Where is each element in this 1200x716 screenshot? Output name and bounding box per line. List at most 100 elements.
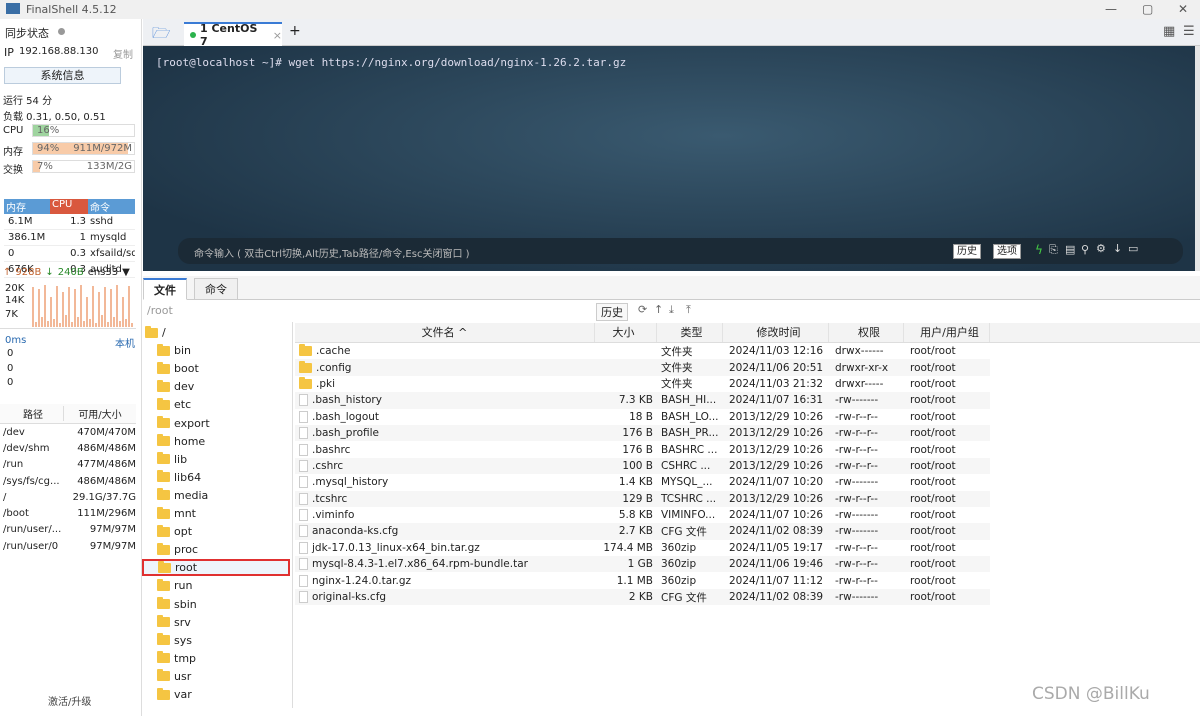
file-row[interactable]: .config 文件夹 2024/11/06 20:51 drwxr-xr-x root… — [295, 359, 990, 376]
tree-item-export[interactable]: export — [157, 415, 210, 432]
col-permissions[interactable]: 权限 — [829, 323, 904, 342]
gear-icon[interactable]: ⚙ — [1096, 242, 1106, 255]
file-size: 100 B — [622, 459, 653, 472]
refresh-icon[interactable]: ⟳ — [638, 303, 647, 316]
close-tab-icon[interactable]: × — [273, 29, 282, 42]
tree-item-run[interactable]: run — [157, 577, 192, 594]
interface-select[interactable]: ens33 — [88, 267, 118, 278]
file-row[interactable]: .cache 文件夹 2024/11/03 12:16 drwx------ root/… — [295, 343, 990, 359]
process-row[interactable]: 0 0.3 xfsaild/sd.. — [4, 246, 135, 262]
copy-ip-button[interactable]: 复制 — [113, 46, 133, 61]
lightning-icon[interactable]: ϟ — [1035, 243, 1043, 257]
file-row[interactable]: nginx-1.24.0.tar.gz 1.1 MB 360zip 2024/11/0… — [295, 572, 990, 588]
tab-files[interactable]: 文件 — [143, 278, 187, 300]
file-owner: root/root — [910, 361, 956, 374]
file-row[interactable]: .bash_logout 18 B BASH_LO... 2013/12/29 10:… — [295, 409, 990, 425]
command-input-bar[interactable]: 命令输入 ( 双击Ctrl切换,Alt历史,Tab路径/命令,Esc关闭窗口 )… — [178, 238, 1183, 264]
file-row[interactable]: .mysql_history 1.4 KB MYSQL_... 2024/11/07 … — [295, 474, 990, 490]
tab-commands[interactable]: 命令 — [194, 278, 238, 300]
file-row[interactable]: .cshrc 100 B CSHRC ... 2013/12/29 10:26 -rw-… — [295, 457, 990, 475]
tree-item-root-dir[interactable]: / — [145, 324, 166, 341]
tree-item-bin[interactable]: bin — [157, 342, 191, 359]
activate-upgrade-link[interactable]: 激活/升级 — [48, 693, 91, 708]
options-button[interactable]: 选项 — [993, 244, 1021, 259]
disk-header-path[interactable]: 路径 — [0, 406, 64, 421]
col-owner[interactable]: 用户/用户组 — [904, 323, 990, 342]
parent-dir-icon[interactable]: ↑ — [654, 303, 663, 316]
tree-item-sbin[interactable]: sbin — [157, 596, 197, 613]
window-icon[interactable]: ▭ — [1128, 242, 1138, 255]
arrow-down-icon[interactable]: ↓ — [1113, 242, 1122, 255]
tree-item-proc[interactable]: proc — [157, 541, 198, 558]
disk-row[interactable]: /boot 111M/296M — [0, 505, 136, 521]
tree-item-lib64[interactable]: lib64 — [157, 469, 201, 486]
menu-icon[interactable]: ☰ — [1183, 24, 1195, 39]
disk-row[interactable]: /dev 470M/470M — [0, 424, 136, 440]
net-bar — [101, 315, 103, 327]
proc-header-cpu[interactable]: CPU — [50, 199, 88, 214]
tree-item-etc[interactable]: etc — [157, 396, 191, 413]
tree-item-opt[interactable]: opt — [157, 523, 192, 540]
paste-icon[interactable]: ▤ — [1065, 243, 1075, 256]
disk-row[interactable]: /run/user/0 97M/97M — [0, 538, 136, 554]
maximize-button[interactable]: ▢ — [1142, 2, 1153, 16]
file-row[interactable]: original-ks.cfg 2 KB CFG 文件 2024/11/02 08:3… — [295, 588, 990, 606]
add-tab-button[interactable]: + — [289, 23, 301, 39]
proc-header-command[interactable]: 命令 — [88, 199, 135, 214]
col-type[interactable]: 类型 — [657, 323, 723, 342]
file-row[interactable]: .viminfo 5.8 KB VIMINFO... 2024/11/07 10:26… — [295, 507, 990, 523]
history-button[interactable]: 历史 — [953, 244, 981, 259]
folder-open-icon[interactable]: 🗁 — [152, 23, 171, 48]
disk-row[interactable]: /dev/shm 486M/486M — [0, 440, 136, 456]
proc-header-memory[interactable]: 内存 — [4, 199, 50, 214]
disk-header-size[interactable]: 可用/大小 — [64, 406, 136, 421]
tab-label: 1 CentOS 7 — [200, 22, 258, 48]
disk-row[interactable]: /sys/fs/cg... 486M/486M — [0, 473, 136, 489]
tree-item-boot[interactable]: boot — [157, 360, 199, 377]
file-row[interactable]: anaconda-ks.cfg 2.7 KB CFG 文件 2024/11/02 08… — [295, 523, 990, 540]
disk-row[interactable]: /run/user/... 97M/97M — [0, 522, 136, 538]
file-row[interactable]: mysql-8.4.3-1.el7.x86_64.rpm-bundle.tar 1… — [295, 556, 990, 573]
disk-row[interactable]: /run 477M/486M — [0, 457, 136, 473]
download-file-icon[interactable]: ⤓ — [669, 303, 674, 317]
copy-icon[interactable]: ⎘ — [1049, 243, 1058, 257]
tree-item-root[interactable]: root — [142, 559, 290, 577]
tree-item-sys[interactable]: sys — [157, 632, 192, 649]
terminal-scrollbar[interactable] — [1195, 46, 1200, 271]
file-row[interactable]: .tcshrc 129 B TCSHRC ... 2013/12/29 10:26 -r… — [295, 490, 990, 507]
tree-item-dev[interactable]: dev — [157, 378, 194, 395]
file-row[interactable]: .bash_history 7.3 KB BASH_HI... 2024/11/07 … — [295, 392, 990, 409]
upload-file-icon[interactable]: ⤒ — [686, 303, 691, 317]
minimize-button[interactable]: — — [1105, 2, 1117, 16]
file-row[interactable]: .pki 文件夹 2024/11/03 21:32 drwxr----- root/ro… — [295, 376, 990, 392]
chevron-down-icon[interactable]: ▼ — [122, 267, 130, 278]
tree-item-usr[interactable]: usr — [157, 668, 191, 685]
close-button[interactable]: ✕ — [1178, 2, 1188, 16]
path-input[interactable]: /root — [147, 304, 173, 317]
tree-item-var[interactable]: var — [157, 686, 192, 703]
file-row[interactable]: .bash_profile 176 B BASH_PR... 2013/12/29 1… — [295, 424, 990, 442]
path-history-button[interactable]: 历史 — [596, 303, 628, 321]
tab-centos7[interactable]: 1 CentOS 7 × — [184, 22, 282, 48]
col-name[interactable]: 文件名 ^ — [295, 323, 595, 342]
col-modified[interactable]: 修改时间 — [723, 323, 829, 342]
ping-host[interactable]: 本机 — [115, 335, 135, 350]
tree-item-lib[interactable]: lib — [157, 451, 187, 468]
tree-item-mnt[interactable]: mnt — [157, 505, 196, 522]
tree-item-tmp[interactable]: tmp — [157, 650, 196, 667]
col-size[interactable]: 大小 — [595, 323, 657, 342]
search-icon[interactable]: ⚲ — [1081, 243, 1089, 256]
tree-item-media[interactable]: media — [157, 487, 208, 504]
file-name-cell: .pki — [295, 376, 595, 390]
process-row[interactable]: 6.1M 1.3 sshd — [4, 214, 135, 230]
file-row[interactable]: .bashrc 176 B BASHRC ... 2013/12/29 10:26 -r… — [295, 441, 990, 457]
layout-grid-icon[interactable]: ▦ — [1163, 24, 1175, 39]
file-row[interactable]: jdk-17.0.13_linux-x64_bin.tar.gz 174.4 MB… — [295, 540, 990, 556]
process-row[interactable]: 386.1M 1 mysqld — [4, 230, 135, 246]
disk-row[interactable]: / 29.1G/37.7G — [0, 489, 136, 505]
tree-item-srv[interactable]: srv — [157, 614, 191, 631]
tree-item-home[interactable]: home — [157, 433, 205, 450]
file-name-cell: original-ks.cfg — [295, 591, 595, 604]
system-info-button[interactable]: 系统信息 — [4, 67, 121, 84]
terminal[interactable]: [root@localhost ~]# wget https://nginx.o… — [143, 46, 1195, 271]
